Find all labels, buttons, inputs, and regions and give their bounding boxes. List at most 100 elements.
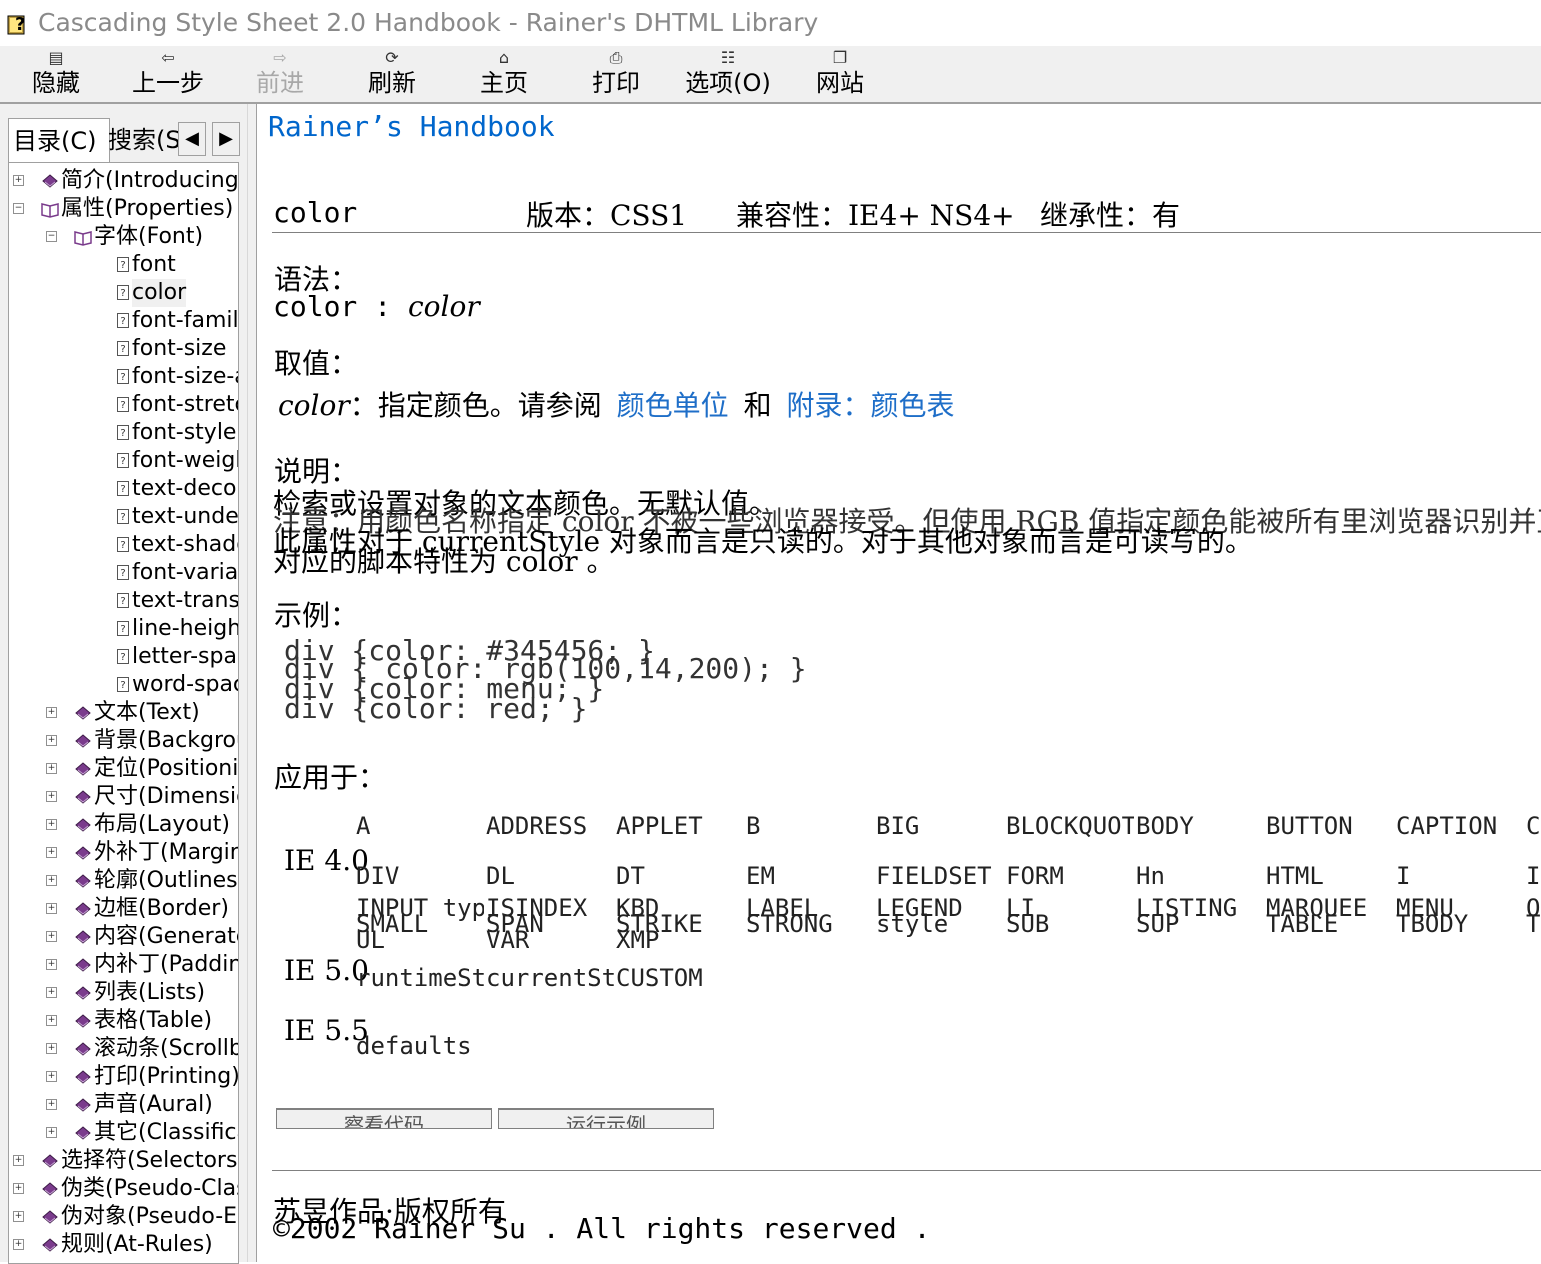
back-button[interactable]: ⇦ 上一步 bbox=[112, 46, 224, 102]
tree-page-item[interactable]: ?text-decora bbox=[9, 475, 238, 503]
applies-element-cell: C bbox=[1526, 812, 1540, 840]
expand-icon[interactable]: + bbox=[46, 847, 57, 858]
web-button[interactable]: ❐ 网站 bbox=[784, 46, 896, 102]
tree-page-item[interactable]: ?font-variant bbox=[9, 559, 238, 587]
tab-search[interactable]: 搜索(S bbox=[104, 118, 184, 162]
closed-book-icon bbox=[75, 818, 91, 832]
expand-icon[interactable]: + bbox=[46, 1099, 57, 1110]
run-example-button[interactable]: 运行示例 bbox=[498, 1108, 714, 1129]
tree-page-item[interactable]: ?text-transfo bbox=[9, 587, 238, 615]
expand-icon[interactable]: + bbox=[46, 707, 57, 718]
expand-icon[interactable]: + bbox=[13, 175, 24, 186]
collapse-icon[interactable]: − bbox=[46, 231, 57, 242]
tab-scroll-left-icon[interactable]: ◀ bbox=[178, 122, 206, 156]
expand-icon[interactable]: + bbox=[46, 1015, 57, 1026]
tree-page-item[interactable]: ?font-size-ad bbox=[9, 363, 238, 391]
refresh-button[interactable]: ⟳ 刷新 bbox=[336, 46, 448, 102]
help-page-icon: ? bbox=[117, 257, 129, 272]
tree-book-item[interactable]: + 简介(Introducing) bbox=[9, 167, 238, 195]
tree-book-item[interactable]: + 选择符(Selectors) bbox=[9, 1147, 238, 1175]
tree-book-item[interactable]: + 背景(Backgrou bbox=[9, 727, 238, 755]
expand-icon[interactable]: + bbox=[13, 1239, 24, 1250]
description-line-3: 对应的脚本特性为 color 。 bbox=[273, 545, 615, 578]
expand-icon[interactable]: + bbox=[13, 1155, 24, 1166]
tree-book-item[interactable]: + 打印(Printing) bbox=[9, 1063, 238, 1091]
open-book-icon bbox=[74, 231, 92, 246]
tree-page-item[interactable]: ? font bbox=[9, 251, 238, 279]
tab-scroll-right-icon[interactable]: ▶ bbox=[212, 122, 240, 156]
expand-icon[interactable]: + bbox=[46, 903, 57, 914]
tree-book-item[interactable]: − 字体(Font) bbox=[9, 223, 238, 251]
expand-icon[interactable]: + bbox=[46, 987, 57, 998]
tree-page-item[interactable]: ? line-height bbox=[9, 615, 238, 643]
tree-book-item[interactable]: + 轮廓(Outlines) bbox=[9, 867, 238, 895]
tree-page-item[interactable]: ? color bbox=[9, 279, 238, 307]
tree-book-item[interactable]: + 滚动条(Scrollba bbox=[9, 1035, 238, 1063]
tree-book-item[interactable]: + 声音(Aural) bbox=[9, 1091, 238, 1119]
tree-page-item[interactable]: ? font-size bbox=[9, 335, 238, 363]
help-page-icon: ? bbox=[117, 565, 129, 580]
expand-icon[interactable]: + bbox=[46, 1071, 57, 1082]
expand-icon[interactable]: + bbox=[13, 1183, 24, 1194]
expand-icon[interactable]: + bbox=[46, 819, 57, 830]
tree-item-label: color bbox=[132, 279, 187, 307]
tree-page-item[interactable]: ?text-underl bbox=[9, 503, 238, 531]
home-button[interactable]: ⌂ 主页 bbox=[448, 46, 560, 102]
tree-book-item[interactable]: + 尺寸(Dimensio bbox=[9, 783, 238, 811]
expand-icon[interactable]: + bbox=[46, 1127, 57, 1138]
view-code-button[interactable]: 察看代码 bbox=[276, 1108, 492, 1129]
closed-book-icon bbox=[75, 846, 91, 860]
tree-book-item[interactable]: + 伪对象(Pseudo-Ele bbox=[9, 1203, 238, 1231]
tree-page-item[interactable]: ?word-spaci bbox=[9, 671, 238, 699]
tree-book-item[interactable]: + 内容(Generate bbox=[9, 923, 238, 951]
tree-book-item[interactable]: + 定位(Positionin bbox=[9, 755, 238, 783]
syntax-line: color : color bbox=[273, 290, 480, 323]
tree-book-item[interactable]: + 其它(Classifica bbox=[9, 1119, 238, 1147]
forward-button[interactable]: ⇨ 前进 bbox=[224, 46, 336, 102]
tree-page-item[interactable]: ?font-family bbox=[9, 307, 238, 335]
pane-splitter[interactable] bbox=[247, 104, 257, 1262]
applies-element-cell: A bbox=[356, 812, 371, 840]
help-page-icon: ? bbox=[117, 397, 129, 412]
tree-book-item[interactable]: + 边框(Border) bbox=[9, 895, 238, 923]
color-units-link[interactable]: 颜色单位 bbox=[617, 389, 729, 422]
tree-book-item[interactable]: + 伪类(Pseudo-Class bbox=[9, 1175, 238, 1203]
refresh-icon: ⟳ bbox=[385, 48, 399, 67]
expand-icon[interactable]: + bbox=[13, 1211, 24, 1222]
print-button[interactable]: ⎙ 打印 bbox=[560, 46, 672, 102]
applies-element-cell: B bbox=[746, 812, 761, 840]
toolbar: ▤ 隐藏 ⇦ 上一步 ⇨ 前进 ⟳ 刷新 ⌂ 主页 ⎙ 打印 ☷ 选项(O) ❐… bbox=[0, 46, 1541, 104]
tree-book-item[interactable]: − 属性(Properties) bbox=[9, 195, 238, 223]
tree-book-item[interactable]: + 列表(Lists) bbox=[9, 979, 238, 1007]
tree-book-item[interactable]: + 内补丁(Paddin bbox=[9, 951, 238, 979]
tree-page-item[interactable]: ?letter-spaci bbox=[9, 643, 238, 671]
tree-page-item[interactable]: ?text-shadow bbox=[9, 531, 238, 559]
tree-book-item[interactable]: + 布局(Layout) bbox=[9, 811, 238, 839]
tree-book-item[interactable]: + 外补丁(Margin bbox=[9, 839, 238, 867]
tab-contents[interactable]: 目录(C) bbox=[8, 118, 110, 163]
tree-page-item[interactable]: ? font-style bbox=[9, 419, 238, 447]
options-button[interactable]: ☷ 选项(O) bbox=[672, 46, 784, 102]
closed-book-icon bbox=[75, 790, 91, 804]
collapse-icon[interactable]: − bbox=[13, 203, 24, 214]
expand-icon[interactable]: + bbox=[46, 791, 57, 802]
color-table-link[interactable]: 附录：颜色表 bbox=[787, 389, 955, 422]
expand-icon[interactable]: + bbox=[46, 931, 57, 942]
hide-label: 隐藏 bbox=[32, 69, 80, 97]
tree-item-label: text-underl bbox=[132, 504, 239, 529]
tree-page-item[interactable]: ?font-weight bbox=[9, 447, 238, 475]
expand-icon[interactable]: + bbox=[46, 735, 57, 746]
values-line: color：指定颜色。请参阅 颜色单位 和 附录：颜色表 bbox=[278, 384, 955, 424]
tree-book-item[interactable]: + 规则(At-Rules) bbox=[9, 1231, 238, 1259]
expand-icon[interactable]: + bbox=[46, 763, 57, 774]
contents-tree[interactable]: + 简介(Introducing) − 属性(Properties) − 字体(Font)… bbox=[8, 162, 239, 1264]
expand-icon[interactable]: + bbox=[46, 1043, 57, 1054]
window-title: Cascading Style Sheet 2.0 Handbook - Rai… bbox=[38, 8, 819, 37]
tree-book-item[interactable]: + 文本(Text) bbox=[9, 699, 238, 727]
hide-button[interactable]: ▤ 隐藏 bbox=[0, 46, 112, 102]
expand-icon[interactable]: + bbox=[46, 959, 57, 970]
expand-icon[interactable]: + bbox=[46, 875, 57, 886]
tree-book-item[interactable]: + 表格(Table) bbox=[9, 1007, 238, 1035]
tree-page-item[interactable]: ?font-stretch bbox=[9, 391, 238, 419]
closed-book-icon bbox=[75, 958, 91, 972]
